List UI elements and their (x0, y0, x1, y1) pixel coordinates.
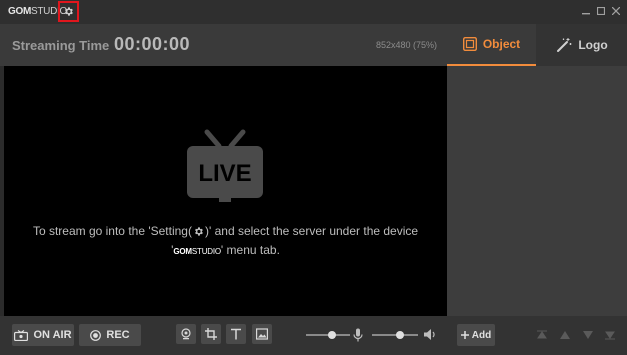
streaming-time-value: 00:00:00 (114, 34, 191, 54)
streaming-time-label: Streaming Time (12, 38, 110, 53)
broadcast-icon (14, 329, 29, 341)
arrow-top-icon (537, 330, 547, 339)
text-button[interactable] (226, 324, 246, 344)
microphone-icon[interactable] (353, 328, 363, 342)
image-button[interactable] (252, 324, 272, 344)
crop-button[interactable] (201, 324, 221, 344)
preview-area: LIVE To stream go into the 'Setting()' a… (4, 66, 447, 316)
tab-logo[interactable]: Logo (537, 24, 627, 66)
webcam-icon (181, 328, 191, 340)
text-icon (231, 328, 241, 340)
move-down-button[interactable] (581, 328, 595, 342)
mic-volume-slider[interactable] (372, 331, 418, 339)
svg-text:LIVE: LIVE (198, 160, 251, 187)
system-volume-slider[interactable] (306, 331, 350, 339)
right-panel: Object Logo Add (447, 24, 627, 355)
object-list (447, 66, 627, 316)
streaming-header: Streaming Time 00:00:00 852x480 (75%) (0, 24, 447, 66)
live-tv-icon: LIVE (187, 129, 263, 202)
maximize-button[interactable] (595, 5, 607, 17)
right-panel-footer: Add (447, 316, 627, 355)
crop-icon (205, 328, 217, 340)
record-button[interactable]: REC (79, 324, 141, 346)
right-panel-tabs: Object Logo (447, 24, 627, 66)
inline-app-logo: GOMSTUDIO (173, 247, 221, 256)
record-icon (90, 329, 102, 341)
title-bar: GOMSTUDIO (0, 0, 627, 24)
gear-icon (195, 227, 203, 236)
instruction-line-2: 'GOMSTUDIO' menu tab. (171, 243, 280, 257)
move-bottom-button[interactable] (603, 328, 617, 342)
settings-button[interactable] (58, 1, 79, 22)
minimize-icon (582, 13, 590, 15)
plus-icon (460, 331, 469, 339)
magic-wand-icon (557, 38, 572, 52)
move-top-button[interactable] (535, 328, 549, 342)
move-up-button[interactable] (558, 328, 572, 342)
speaker-icon[interactable] (423, 328, 437, 341)
close-icon (612, 7, 620, 15)
webcam-button[interactable] (176, 324, 196, 344)
maximize-icon (597, 7, 605, 15)
image-icon (256, 328, 268, 340)
on-air-button[interactable]: ON AIR (12, 324, 74, 346)
arrow-down-icon (583, 331, 593, 339)
tab-object[interactable]: Object (447, 24, 536, 66)
slider-handle[interactable] (396, 331, 404, 339)
resolution-label: 852x480 (75%) (375, 40, 437, 50)
arrow-up-icon (560, 331, 570, 339)
gear-icon (65, 7, 73, 16)
add-button[interactable]: Add (457, 324, 495, 346)
slider-handle[interactable] (328, 331, 336, 339)
bottom-controls: ON AIR REC (0, 316, 447, 355)
arrow-bottom-icon (605, 331, 615, 340)
instruction-line-1: To stream go into the 'Setting()' and se… (32, 224, 419, 238)
object-icon (462, 37, 477, 51)
close-button[interactable] (610, 5, 622, 17)
minimize-button[interactable] (580, 5, 592, 17)
